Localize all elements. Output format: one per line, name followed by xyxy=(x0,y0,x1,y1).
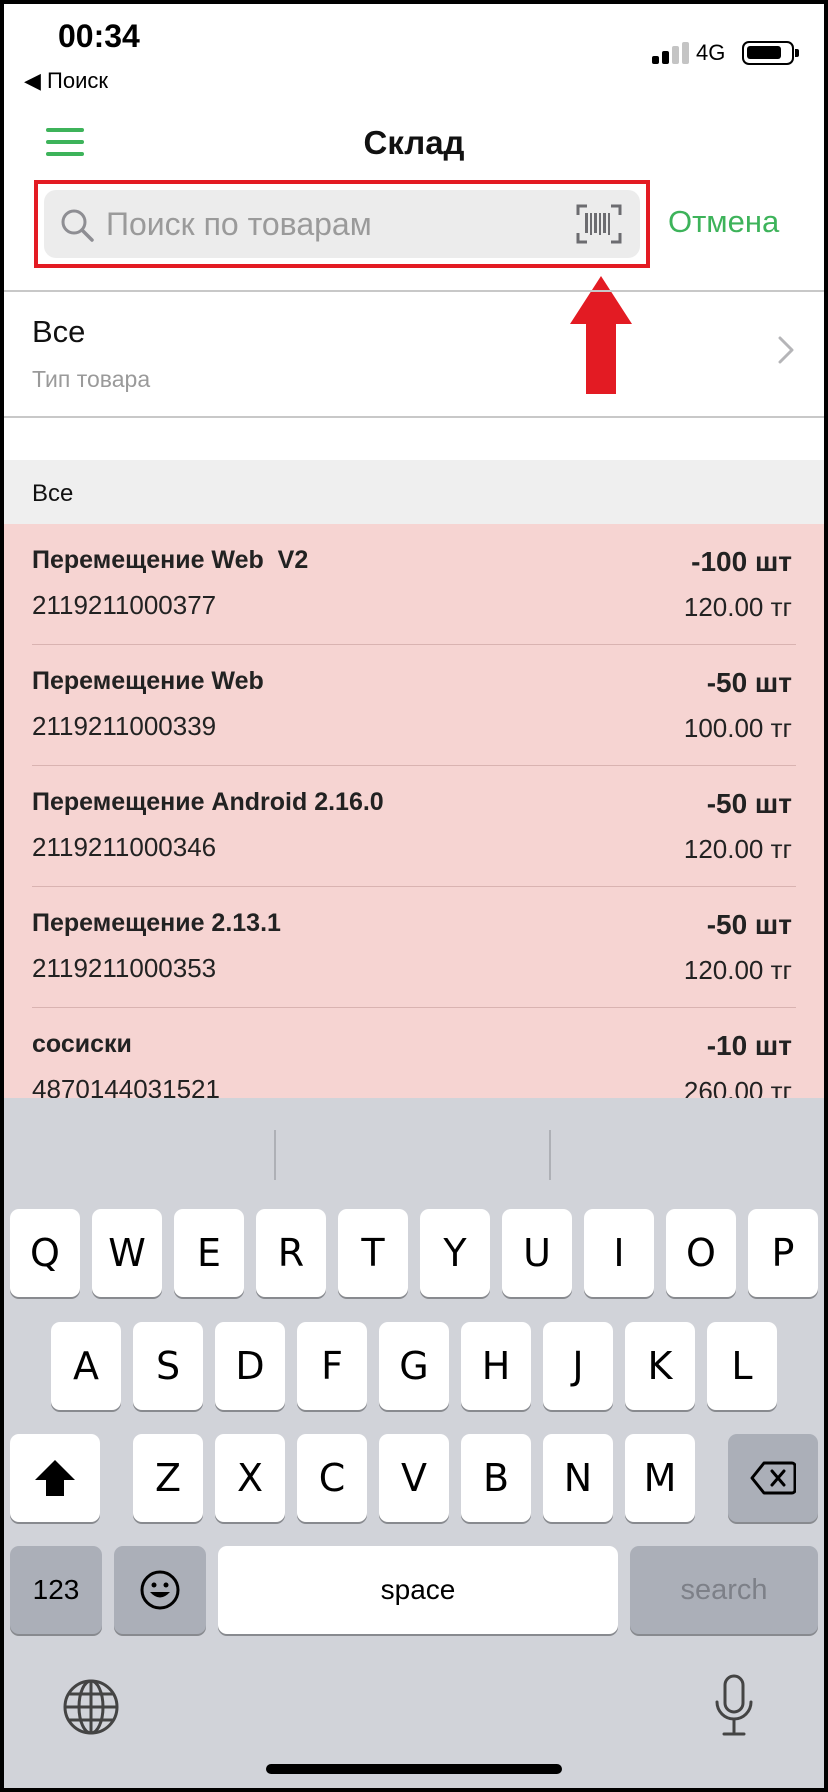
status-time: 00:34 xyxy=(58,18,140,54)
space-key[interactable]: space xyxy=(218,1546,618,1634)
back-to-search-link[interactable]: ◀ Поиск xyxy=(24,68,108,94)
item-price: 120.00 тг xyxy=(683,955,792,985)
list-item[interactable]: Перемещение 2.13.1 2119211000353 -50 шт … xyxy=(4,887,824,1008)
signal-icon xyxy=(652,42,690,64)
numbers-key[interactable]: 123 xyxy=(10,1546,102,1634)
key-h[interactable]: H xyxy=(461,1322,531,1410)
key-l[interactable]: L xyxy=(707,1322,777,1410)
backspace-icon xyxy=(750,1461,796,1495)
item-name: Перемещение Web V2 xyxy=(32,546,309,574)
shift-arrow-icon xyxy=(35,1460,75,1496)
item-quantity: -50 шт xyxy=(706,667,792,698)
item-quantity: -50 шт xyxy=(706,909,792,940)
key-x[interactable]: X xyxy=(215,1434,285,1522)
filter-caption: Тип товара xyxy=(32,366,151,392)
item-price: 120.00 тг xyxy=(683,834,792,864)
item-code: 2119211000346 xyxy=(32,832,217,862)
search-key[interactable]: search xyxy=(630,1546,818,1634)
key-v[interactable]: V xyxy=(379,1434,449,1522)
key-y[interactable]: Y xyxy=(420,1209,490,1297)
product-list: Перемещение Web V2 2119211000377 -100 шт… xyxy=(4,524,824,1098)
key-a[interactable]: A xyxy=(51,1322,121,1410)
backspace-key[interactable] xyxy=(728,1434,818,1522)
search-input[interactable] xyxy=(106,190,546,258)
item-code: 4870144031521 xyxy=(32,1074,220,1098)
filter-value: Все xyxy=(32,314,86,349)
item-name: Перемещение Android 2.16.0 xyxy=(32,788,384,816)
item-code: 2119211000339 xyxy=(32,711,217,741)
suggestion-divider xyxy=(549,1130,551,1180)
page-title: Склад xyxy=(363,124,465,161)
key-t[interactable]: T xyxy=(338,1209,408,1297)
key-u[interactable]: U xyxy=(502,1209,572,1297)
key-m[interactable]: M xyxy=(625,1434,695,1522)
barcode-scan-icon[interactable] xyxy=(576,204,622,244)
search-highlight-frame xyxy=(34,180,650,268)
item-name: сосиски xyxy=(32,1030,132,1058)
key-d[interactable]: D xyxy=(215,1322,285,1410)
section-label: Все xyxy=(32,480,74,507)
key-k[interactable]: K xyxy=(625,1322,695,1410)
item-name: Перемещение Web xyxy=(32,667,264,695)
section-header: Все xyxy=(4,460,824,524)
key-w[interactable]: W xyxy=(92,1209,162,1297)
screen: 00:34 ◀ Поиск 4G Склад Поиск по товарам … xyxy=(4,4,824,1788)
emoji-icon xyxy=(140,1570,180,1610)
item-price: 100.00 тг xyxy=(683,713,792,743)
product-type-filter[interactable]: Все Тип товара xyxy=(4,292,824,416)
chevron-right-icon xyxy=(778,336,794,364)
key-n[interactable]: N xyxy=(543,1434,613,1522)
list-item[interactable]: сосиски 4870144031521 -10 шт 260.00 тг xyxy=(4,1008,824,1098)
home-indicator[interactable] xyxy=(266,1764,562,1774)
item-name: Перемещение 2.13.1 xyxy=(32,909,281,937)
item-quantity: -100 шт xyxy=(691,546,792,577)
item-price: 120.00 тг xyxy=(683,592,792,622)
cancel-button[interactable]: Отмена xyxy=(668,204,779,240)
key-p[interactable]: P xyxy=(748,1209,818,1297)
search-bar[interactable] xyxy=(44,190,640,258)
search-icon xyxy=(61,209,94,242)
emoji-key[interactable] xyxy=(114,1546,206,1634)
key-f[interactable]: F xyxy=(297,1322,367,1410)
globe-icon[interactable] xyxy=(62,1678,120,1736)
shift-key[interactable] xyxy=(10,1434,100,1522)
key-z[interactable]: Z xyxy=(133,1434,203,1522)
key-r[interactable]: R xyxy=(256,1209,326,1297)
list-item[interactable]: Перемещение Web 2119211000339 -50 шт 100… xyxy=(4,645,824,766)
key-g[interactable]: G xyxy=(379,1322,449,1410)
item-code: 2119211000377 xyxy=(32,590,217,620)
item-quantity: -10 шт xyxy=(706,1030,792,1061)
key-s[interactable]: S xyxy=(133,1322,203,1410)
item-price: 260.00 тг xyxy=(683,1076,792,1098)
key-i[interactable]: I xyxy=(584,1209,654,1297)
battery-icon xyxy=(742,41,799,65)
key-q[interactable]: Q xyxy=(10,1209,80,1297)
key-b[interactable]: B xyxy=(461,1434,531,1522)
keyboard: Q W E R T Y U I O P A S D F G H J K L Z … xyxy=(4,1098,824,1788)
list-item[interactable]: Перемещение Android 2.16.0 2119211000346… xyxy=(4,766,824,887)
list-item[interactable]: Перемещение Web V2 2119211000377 -100 шт… xyxy=(4,524,824,645)
divider xyxy=(4,416,824,418)
key-e[interactable]: E xyxy=(174,1209,244,1297)
microphone-icon[interactable] xyxy=(714,1674,754,1738)
item-code: 2119211000353 xyxy=(32,953,217,983)
key-c[interactable]: C xyxy=(297,1434,367,1522)
suggestion-divider xyxy=(274,1130,276,1180)
item-quantity: -50 шт xyxy=(706,788,792,819)
key-j[interactable]: J xyxy=(543,1322,613,1410)
key-o[interactable]: O xyxy=(666,1209,736,1297)
network-label: 4G xyxy=(696,40,726,65)
